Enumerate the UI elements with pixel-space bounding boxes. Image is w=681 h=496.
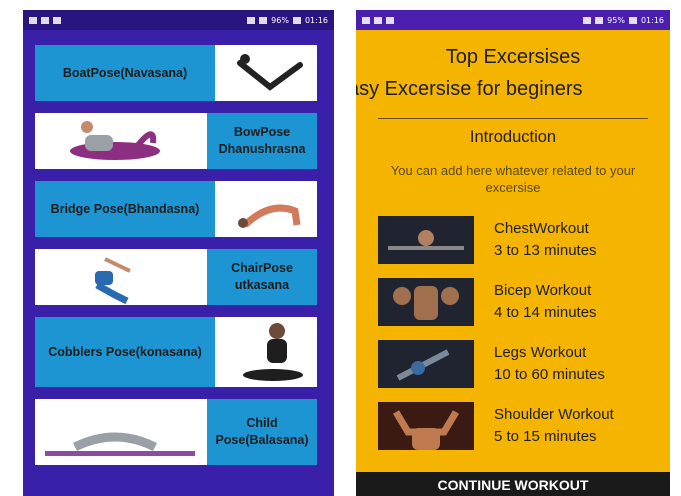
bow-pose-figure: [70, 121, 160, 160]
pose-card-child[interactable]: Child Pose(Balasana): [35, 399, 317, 465]
pose-list-screen: 96% 01:16 BoatPose(Navasana) BowPose Dha…: [23, 10, 334, 496]
pose-list: BoatPose(Navasana) BowPose Dhanushrasna: [35, 45, 317, 477]
battery-level: 96%: [271, 15, 289, 25]
intro-heading: Introduction: [469, 128, 557, 146]
battery-icon: [292, 16, 301, 24]
status-bar: 95% 01:16: [356, 10, 670, 30]
pose-card-boat[interactable]: BoatPose(Navasana): [35, 45, 317, 101]
mute-icon: [583, 16, 592, 24]
continue-workout-button[interactable]: CONTINUE WORKOUT: [356, 472, 670, 496]
chair-pose-figure: [95, 257, 131, 305]
pose-card-bow[interactable]: BowPose Dhanushrasna: [35, 113, 317, 169]
pose-name: Bridge Pose(Bhandasna): [35, 181, 215, 237]
shoulder-workout-image: [378, 402, 474, 450]
sync-icon: [386, 16, 394, 24]
workout-name: Shoulder Workout: [494, 406, 614, 423]
pose-image: [35, 399, 207, 465]
pose-name: Child Pose(Balasana): [207, 399, 317, 465]
bridge-pose-figure: [238, 204, 301, 228]
pose-card-cobblers[interactable]: Cobblers Pose(konasana): [35, 317, 317, 387]
child-pose-figure: [45, 432, 195, 456]
workout-duration: 4 to 14 minutes: [494, 304, 597, 321]
mute-icon: [247, 16, 256, 24]
chest-workout-image: [378, 216, 474, 264]
gallery-icon: [29, 16, 37, 24]
status-time: 01:16: [304, 15, 328, 25]
status-bar: 96% 01:16: [23, 10, 334, 30]
pose-image: [35, 113, 207, 169]
bicep-workout-image: [378, 278, 474, 326]
boat-pose-figure: [237, 54, 303, 91]
pose-name: ChairPose utkasana: [207, 249, 317, 305]
workout-item-chest[interactable]: ChestWorkout 3 to 13 minutes: [378, 215, 668, 265]
divider: [378, 118, 648, 119]
wifi-icon: [259, 16, 268, 24]
workout-duration: 3 to 13 minutes: [494, 242, 597, 259]
workout-item-legs[interactable]: Legs Workout 10 to 60 minutes: [378, 339, 668, 389]
pose-image: [215, 317, 317, 387]
pose-card-chair[interactable]: ChairPose utkasana: [35, 249, 317, 305]
battery-level: 95%: [607, 15, 625, 25]
notification-icon: [374, 16, 382, 24]
workout-detail-screen: 95% 01:16 Top Excersises asy Excersise f…: [356, 10, 670, 496]
pose-name: Cobblers Pose(konasana): [35, 317, 215, 387]
page-subtitle: asy Excersise for beginers: [356, 78, 583, 100]
workout-list: ChestWorkout 3 to 13 minutes Bicep Worko…: [378, 215, 668, 463]
pose-name: BoatPose(Navasana): [35, 45, 215, 101]
workout-duration: 5 to 15 minutes: [494, 428, 597, 445]
pose-image: [215, 45, 317, 101]
pose-image: [215, 181, 317, 237]
pose-card-bridge[interactable]: Bridge Pose(Bhandasna): [35, 181, 317, 237]
sync-icon: [53, 16, 61, 24]
workout-name: Legs Workout: [494, 344, 587, 361]
workout-name: ChestWorkout: [494, 220, 589, 237]
notification-icon: [41, 16, 49, 24]
battery-icon: [628, 16, 637, 24]
workout-item-shoulder[interactable]: Shoulder Workout 5 to 15 minutes: [378, 401, 668, 451]
legs-workout-image: [378, 340, 474, 388]
status-time: 01:16: [640, 15, 664, 25]
wifi-icon: [595, 16, 604, 24]
pose-image: [35, 249, 207, 305]
cobblers-pose-figure: [243, 323, 303, 381]
page-title: Top Excersises: [445, 46, 581, 68]
workout-item-bicep[interactable]: Bicep Workout 4 to 14 minutes: [378, 277, 668, 327]
workout-name: Bicep Workout: [494, 282, 592, 299]
workout-duration: 10 to 60 minutes: [494, 366, 605, 383]
gallery-icon: [362, 16, 370, 24]
intro-text: You can add here whatever related to you…: [390, 163, 636, 195]
pose-name: BowPose Dhanushrasna: [207, 113, 317, 169]
